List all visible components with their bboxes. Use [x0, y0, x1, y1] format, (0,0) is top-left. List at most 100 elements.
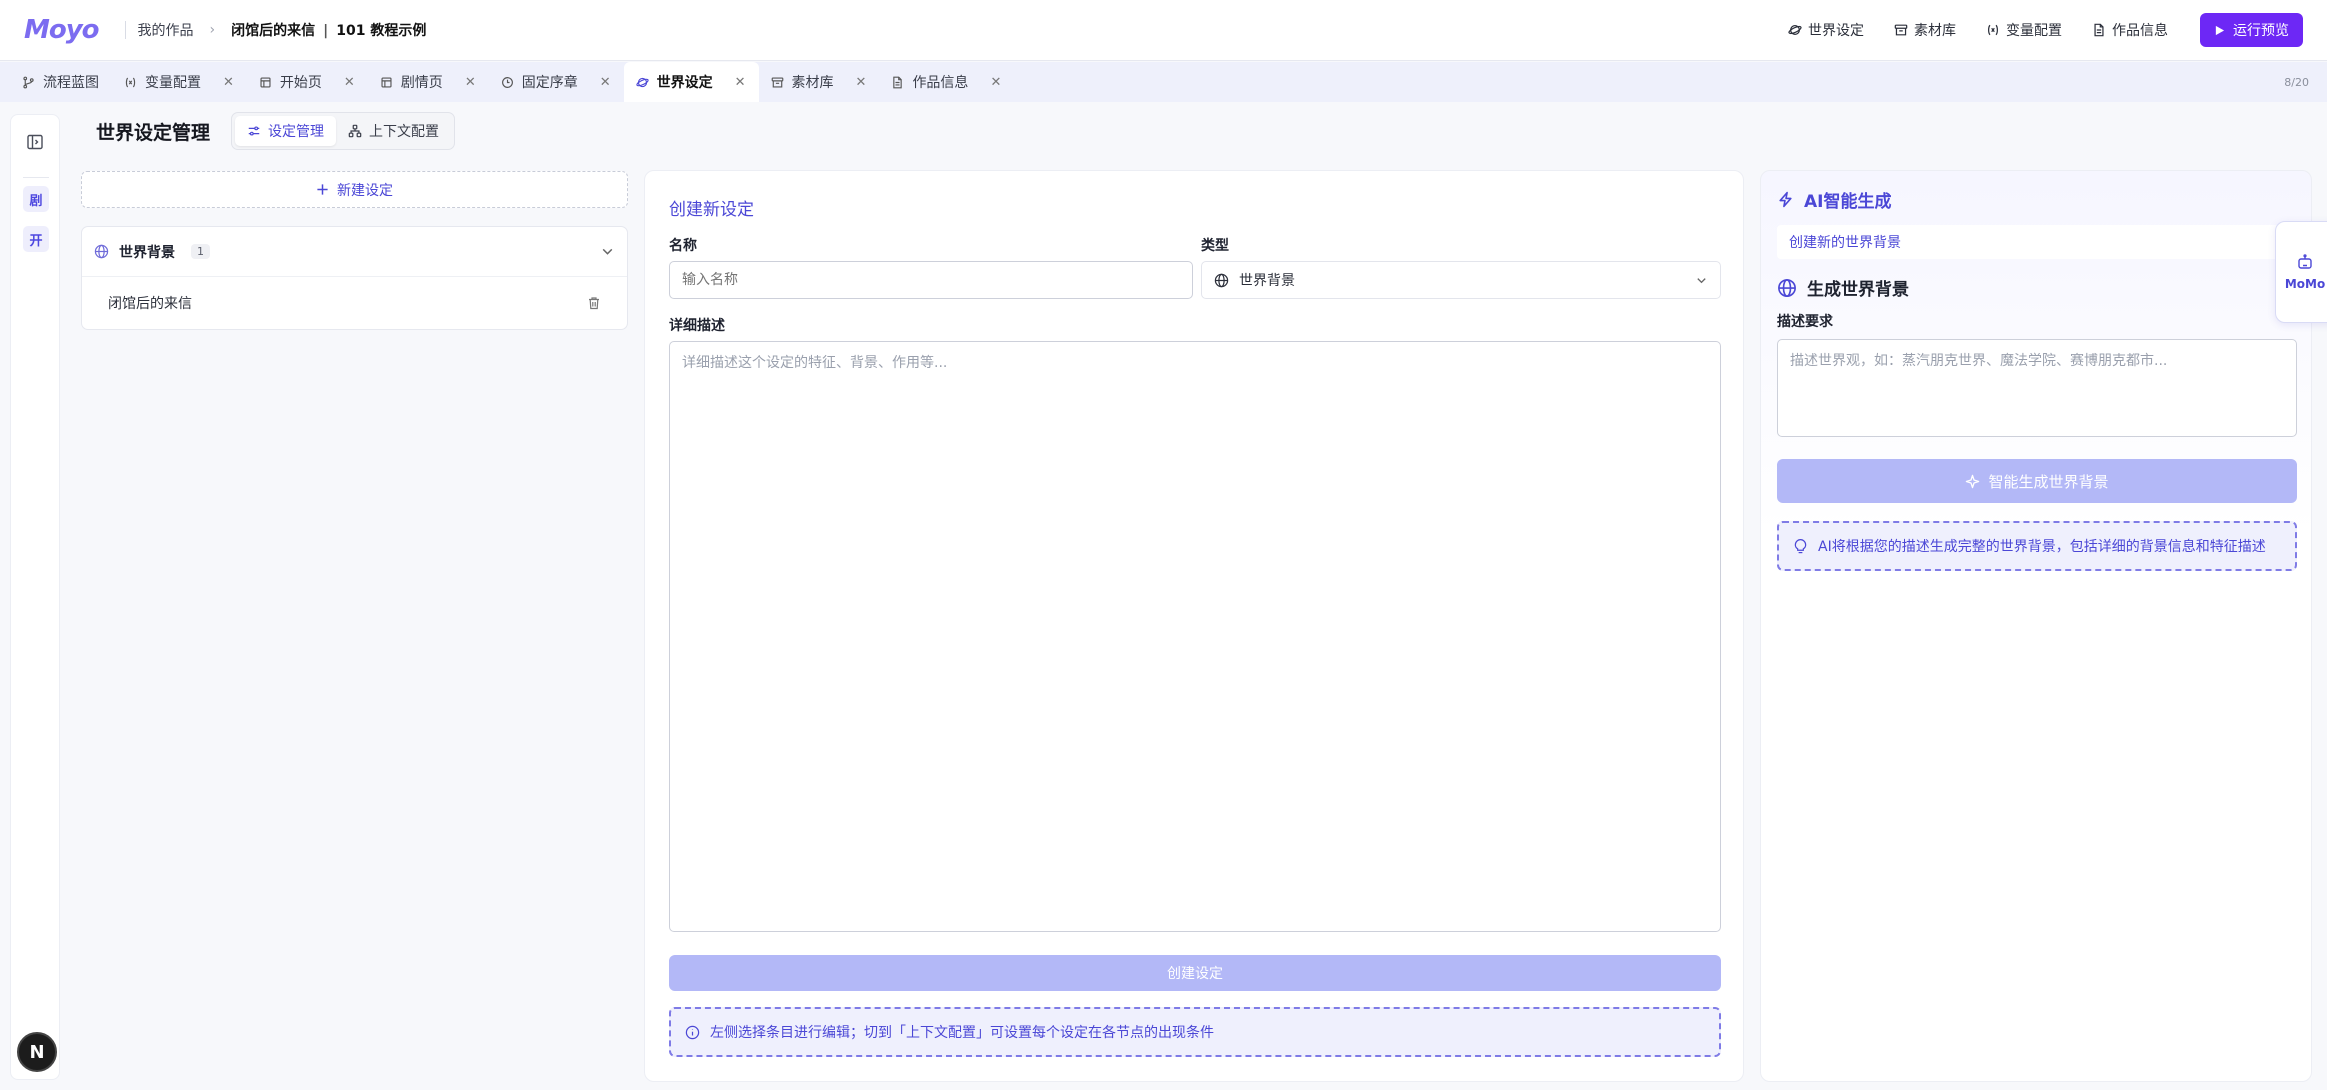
globe-icon [1778, 278, 1796, 297]
group-count-badge: 1 [191, 244, 210, 259]
requirement-label: 描述要求 [1777, 314, 1833, 330]
new-setting-label: 新建设定 [337, 182, 393, 199]
globe-icon [1214, 273, 1229, 287]
trash-icon[interactable] [587, 296, 601, 310]
ai-generate-label: 智能生成世界背景 [1988, 472, 2109, 491]
segment-label: 上下文配置 [369, 124, 439, 140]
breadcrumb-divider: | [323, 23, 329, 39]
network-icon [348, 124, 362, 138]
close-icon[interactable]: ✕ [735, 75, 746, 90]
ai-generate-button[interactable]: 智能生成世界背景 [1777, 459, 2297, 503]
rail-item-start[interactable]: 开 [23, 226, 49, 252]
lightning-icon [1779, 191, 1792, 208]
topnav-work-info[interactable]: 作品信息 [2092, 20, 2168, 40]
topnav-assets[interactable]: 素材库 [1894, 20, 1956, 40]
ai-title-text: AI智能生成 [1804, 192, 1892, 212]
ai-generate-panel: AI智能生成 创建新的世界背景 生成世界背景 描述要求 描述世界观，如：蒸汽朋克… [1760, 170, 2312, 1082]
list-item-label: 闭馆后的来信 [108, 296, 192, 312]
planet-icon [635, 77, 649, 87]
play-icon [2215, 25, 2225, 35]
branch-icon [23, 76, 34, 88]
momo-assistant-button[interactable]: MoMo [2275, 221, 2327, 323]
generate-section-title: 生成世界背景 [1777, 275, 1909, 300]
breadcrumb-separator: › [209, 22, 216, 38]
tab-label: 素材库 [791, 75, 834, 91]
type-select-value: 世界背景 [1239, 273, 1295, 289]
topnav-world-settings[interactable]: 世界设定 [1788, 20, 1864, 40]
run-preview-button[interactable]: 运行预览 [2200, 13, 2303, 47]
left-rail: 剧 开 [10, 114, 60, 1080]
robot-icon [2298, 254, 2312, 269]
sparkle-icon [1966, 474, 1980, 488]
tab-story-page[interactable]: 剧情页 ✕ [368, 62, 489, 102]
chevron-down-icon[interactable] [600, 244, 615, 259]
tab-flow-blueprint[interactable]: 流程蓝图 [10, 62, 112, 102]
topnav-label: 作品信息 [2112, 23, 2168, 39]
archive-icon [1894, 24, 1908, 36]
topnav-label: 素材库 [1914, 23, 1956, 39]
globe-icon [94, 244, 109, 259]
new-setting-button[interactable]: 新建设定 [81, 171, 628, 208]
tab-bar: 流程蓝图 变量配置 ✕ 开始页 ✕ 剧情页 ✕ 固定序章 ✕ 世界设定 ✕ 素材… [0, 62, 2327, 102]
tab-world-settings[interactable]: 世界设定 ✕ [623, 62, 759, 102]
close-icon[interactable]: ✕ [465, 75, 476, 90]
project-subtitle: 101 教程示例 [336, 23, 427, 39]
tab-start-page[interactable]: 开始页 ✕ [247, 62, 368, 102]
breadcrumb-root[interactable]: 我的作品 [138, 20, 194, 40]
form-title: 创建新设定 [669, 200, 754, 220]
page-icon [381, 76, 392, 88]
tab-label: 固定序章 [521, 75, 578, 91]
ai-panel-title: AI智能生成 [1777, 187, 1891, 212]
breadcrumb-current: 闭馆后的来信 | 101 教程示例 [231, 20, 426, 40]
sliders-icon [248, 126, 260, 136]
page-icon [260, 76, 271, 88]
tab-variables[interactable]: 变量配置 ✕ [112, 62, 247, 102]
run-preview-label: 运行预览 [2233, 23, 2289, 39]
group-title: 世界背景 [119, 244, 175, 261]
tab-label: 流程蓝图 [43, 75, 99, 91]
top-nav: 世界设定 素材库 变量配置 作品信息 运行预览 [1788, 13, 2303, 47]
ai-subtitle: 创建新的世界背景 [1777, 225, 2297, 259]
close-icon[interactable]: ✕ [223, 75, 234, 90]
requirement-textarea[interactable]: 描述世界观，如：蒸汽朋克世界、魔法学院、赛博朋克都市... [1777, 339, 2297, 437]
planet-icon [1788, 25, 1802, 35]
project-name: 闭馆后的来信 [231, 23, 316, 39]
archive-icon [771, 76, 783, 88]
group-header[interactable]: 世界背景 1 [82, 227, 627, 277]
segment-settings-manage[interactable]: 设定管理 [235, 116, 336, 146]
view-switcher: 设定管理 上下文配置 [231, 112, 455, 150]
generate-section-text: 生成世界背景 [1807, 280, 1909, 300]
list-item[interactable]: 闭馆后的来信 [82, 277, 627, 329]
segment-context-config[interactable]: 上下文配置 [336, 116, 451, 146]
variable-icon [125, 77, 136, 87]
type-select[interactable]: 世界背景 [1201, 261, 1721, 299]
tab-work-info[interactable]: 作品信息 ✕ [879, 62, 1014, 102]
name-input[interactable] [669, 261, 1193, 299]
info-icon [685, 1025, 700, 1039]
page-title: 世界设定管理 [96, 122, 211, 144]
tab-count: 8/20 [2284, 75, 2309, 89]
description-textarea[interactable]: 详细描述这个设定的特征、背景、作用等... [669, 341, 1721, 932]
close-icon[interactable]: ✕ [856, 75, 867, 90]
app-logo[interactable]: Moyo [24, 15, 100, 45]
close-icon[interactable]: ✕ [600, 75, 611, 90]
topnav-label: 世界设定 [1808, 23, 1864, 39]
rail-divider [23, 177, 49, 178]
document-icon [2094, 23, 2104, 37]
rail-item-story[interactable]: 剧 [23, 186, 49, 212]
dev-tools-badge[interactable]: N [17, 1032, 57, 1072]
sidebar-toggle-icon[interactable] [26, 133, 44, 151]
topnav-variables[interactable]: 变量配置 [1986, 20, 2062, 40]
type-label: 类型 [1201, 238, 1229, 254]
variable-icon [1988, 24, 1998, 36]
tab-label: 作品信息 [912, 75, 969, 91]
create-setting-card: 创建新设定 名称 类型 世界背景 详细描述 详细描述这个设定的特征、背景、作用等… [644, 170, 1744, 1082]
close-icon[interactable]: ✕ [990, 75, 1001, 90]
settings-group-world-background: 世界背景 1 闭馆后的来信 [81, 226, 628, 330]
create-setting-button[interactable]: 创建设定 [669, 955, 1721, 991]
close-icon[interactable]: ✕ [344, 75, 355, 90]
tab-assets[interactable]: 素材库 ✕ [759, 62, 880, 102]
name-label: 名称 [669, 238, 697, 254]
document-icon [893, 76, 903, 88]
tab-fixed-prologue[interactable]: 固定序章 ✕ [489, 62, 624, 102]
